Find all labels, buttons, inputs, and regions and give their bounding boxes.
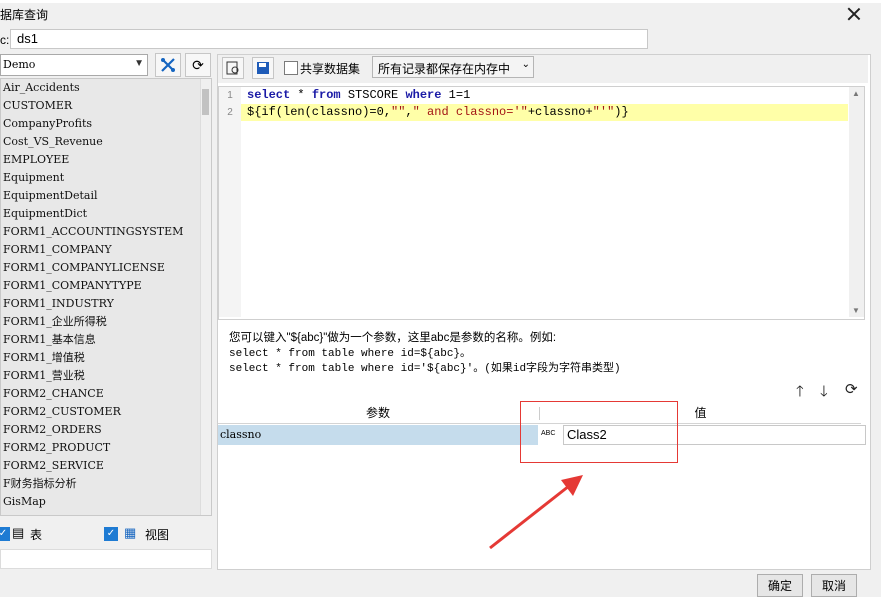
tools-icon[interactable]: [155, 53, 181, 77]
save-icon[interactable]: [252, 57, 274, 79]
list-item[interactable]: CUSTOMER: [1, 97, 201, 115]
shared-dataset-label: 共享数据集: [300, 62, 361, 76]
refresh-params-icon[interactable]: ⟳: [845, 380, 858, 398]
storage-select-value: 所有记录都保存在内存中: [378, 62, 511, 76]
list-item[interactable]: FORM2_ORDERS: [1, 421, 201, 439]
table-icon: ▤: [12, 525, 25, 540]
close-icon[interactable]: [846, 6, 862, 22]
cancel-button[interactable]: 取消: [811, 574, 857, 597]
editor-scrollbar[interactable]: ▲ ▼: [849, 87, 864, 317]
storage-select[interactable]: 所有记录都保存在内存中 ⌄: [372, 56, 534, 78]
chevron-down-icon: ▼: [134, 58, 144, 69]
tree-scrollbar[interactable]: [200, 79, 211, 515]
line-number: 1: [227, 90, 233, 101]
sql-line-2: ${if(len(classno)=0,""," and classno='"+…: [247, 105, 629, 119]
table-checkbox[interactable]: ✓: [0, 527, 10, 541]
list-item[interactable]: FORM1_COMPANYLICENSE: [1, 259, 201, 277]
sql-line-1: select * from STSCORE where 1=1: [247, 88, 471, 102]
table-label: 表: [30, 528, 43, 542]
list-item[interactable]: FORM1_INDUSTRY: [1, 295, 201, 313]
ok-button[interactable]: 确定: [757, 574, 803, 597]
annotation-box: [520, 401, 678, 463]
list-item[interactable]: FORM1_基本信息: [1, 331, 201, 349]
line-number: 2: [227, 107, 233, 118]
shared-dataset-checkbox[interactable]: [284, 61, 298, 75]
list-item[interactable]: FORM2_CUSTOMER: [1, 403, 201, 421]
list-item[interactable]: Cost_VS_Revenue: [1, 133, 201, 151]
list-item[interactable]: Air_Accidents: [1, 79, 201, 97]
sql-editor[interactable]: 1 2 select * from STSCORE where 1=1 ${if…: [218, 86, 865, 320]
move-up-icon[interactable]: 🡑: [796, 381, 804, 406]
hint-line-2: select * from table where id=${abc}。: [229, 348, 472, 360]
hint-line-1: 您可以键入"${abc}"做为一个参数，这里abc是参数的名称。例如:: [229, 332, 557, 344]
scroll-down-icon[interactable]: ▼: [852, 306, 860, 315]
list-item[interactable]: FORM1_营业税: [1, 367, 201, 385]
view-icon: ▦: [124, 525, 137, 540]
list-item[interactable]: CompanyProfits: [1, 115, 201, 133]
preview-icon[interactable]: [222, 57, 244, 79]
line-gutter: 1 2: [219, 87, 241, 317]
move-down-icon[interactable]: 🡓: [820, 381, 828, 406]
list-item[interactable]: FORM2_SERVICE: [1, 457, 201, 475]
list-item[interactable]: EquipmentDict: [1, 205, 201, 223]
refresh-icon[interactable]: ⟳: [185, 53, 211, 77]
table-list: Air_Accidents CUSTOMER CompanyProfits Cost_…: [1, 79, 201, 515]
scroll-up-icon[interactable]: ▲: [852, 89, 860, 98]
left-status-field: [0, 549, 212, 569]
list-item[interactable]: EMPLOYEE: [1, 151, 201, 169]
list-item[interactable]: GisMap: [1, 493, 201, 511]
table-tree: Air_Accidents CUSTOMER CompanyProfits Cost_…: [0, 78, 212, 516]
list-item[interactable]: FORM2_CHANCE: [1, 385, 201, 403]
view-label: 视图: [145, 528, 170, 542]
name-label: c:: [0, 33, 10, 47]
chevron-down-icon: ⌄: [521, 59, 530, 70]
list-item[interactable]: EquipmentDetail: [1, 187, 201, 205]
list-item[interactable]: FORM1_增值税: [1, 349, 201, 367]
list-item[interactable]: FORM1_COMPANYTYPE: [1, 277, 201, 295]
list-item[interactable]: FORM1_COMPANY: [1, 241, 201, 259]
title-bar: [0, 3, 881, 28]
dataset-name-input[interactable]: ds1: [10, 29, 648, 49]
list-item[interactable]: Equipment: [1, 169, 201, 187]
list-item[interactable]: FORM1_企业所得税: [1, 313, 201, 331]
hint-line-3: select * from table where id='${abc}'。(如…: [229, 363, 621, 375]
list-item[interactable]: FORM2_PRODUCT: [1, 439, 201, 457]
param-name-cell[interactable]: classno: [218, 425, 538, 445]
list-item[interactable]: F财务指标分析: [1, 475, 201, 493]
window-title: 据库查询: [0, 8, 49, 22]
database-select[interactable]: Demo ▼: [0, 54, 148, 76]
annotation-arrow: [489, 475, 583, 550]
list-item[interactable]: FORM1_ACCOUNTINGSYSTEM: [1, 223, 201, 241]
tree-scroll-thumb[interactable]: [202, 89, 209, 115]
view-checkbox[interactable]: ✓: [104, 527, 118, 541]
param-column-header: 参数: [365, 406, 390, 420]
database-select-value: Demo: [3, 58, 36, 71]
